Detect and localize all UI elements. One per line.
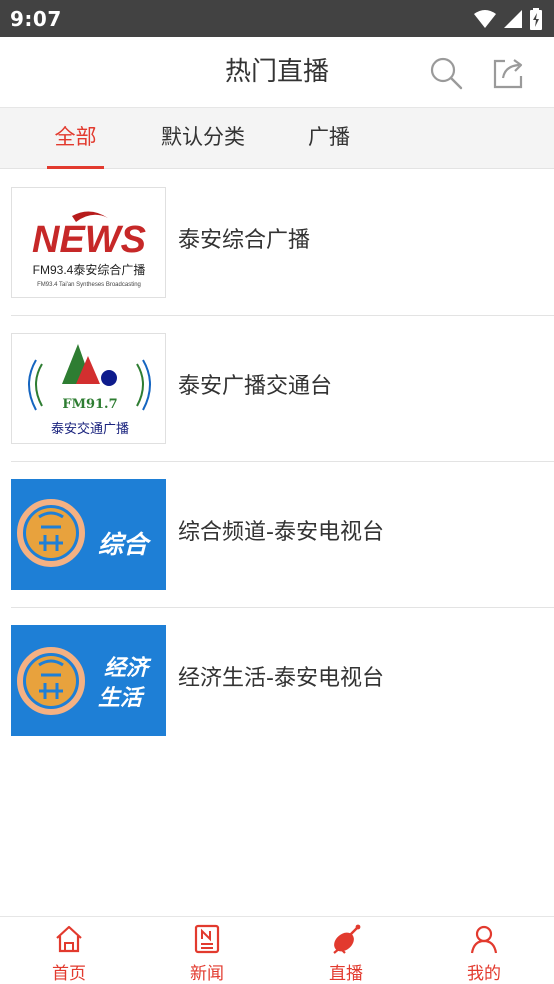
nav-profile[interactable]: 我的 xyxy=(444,917,524,984)
channel-logo: FM91.7 泰安交通广播 xyxy=(11,333,166,444)
list-item[interactable]: FM91.7 泰安交通广播 泰安广播交通台 xyxy=(0,316,554,462)
logo-text: 综合 xyxy=(98,530,152,559)
search-icon xyxy=(430,57,463,90)
nav-label: 我的 xyxy=(467,964,501,984)
logo-freq-text: FM91.7 xyxy=(62,397,117,412)
tab-all[interactable]: 全部 xyxy=(47,108,104,169)
logo-small-text: FM93.4 Tai'an Syntheses Broadcasting xyxy=(37,282,141,288)
share-icon xyxy=(493,59,523,89)
list-item[interactable]: 综合 综合频道-泰安电视台 xyxy=(0,462,554,608)
logo-text-line-2: 生活 xyxy=(98,686,146,711)
nav-news[interactable]: 新闻 xyxy=(167,917,247,984)
channel-logo: 经济 生活 xyxy=(11,625,166,736)
logo-sub-text: 泰安交通广播 xyxy=(51,421,129,437)
status-bar: 9:07 xyxy=(0,0,554,37)
battery-icon xyxy=(530,7,542,30)
app-header: 热门直播 xyxy=(0,37,554,108)
list-item[interactable]: 经济 生活 经济生活-泰安电视台 xyxy=(0,608,554,754)
tab-label: 默认分类 xyxy=(161,125,245,149)
logo-text-line-1: 经济 xyxy=(104,655,152,681)
nav-label: 首页 xyxy=(52,964,86,984)
category-tabs: 全部 默认分类 广播 xyxy=(0,108,554,169)
bottom-nav: 首页 新闻 直播 我的 xyxy=(0,916,554,984)
user-icon xyxy=(470,925,498,954)
status-icons xyxy=(474,7,542,30)
channel-logo: 综合 xyxy=(11,479,166,590)
tab-default-category[interactable]: 默认分类 xyxy=(156,108,250,169)
list-item[interactable]: NEWS FM93.4泰安综合广播 FM93.4 Tai'an Synthese… xyxy=(0,170,554,316)
home-icon xyxy=(56,925,82,953)
tab-active-indicator xyxy=(47,166,104,169)
nav-home[interactable]: 首页 xyxy=(29,917,109,984)
channel-logo: NEWS FM93.4泰安综合广播 FM93.4 Tai'an Synthese… xyxy=(11,187,166,298)
channel-title: 泰安广播交通台 xyxy=(178,374,333,399)
wifi-icon xyxy=(474,9,496,28)
signal-icon xyxy=(504,9,522,28)
tab-label: 广播 xyxy=(308,125,350,149)
nav-label: 直播 xyxy=(329,964,363,984)
nav-label: 新闻 xyxy=(190,964,224,984)
channel-title: 经济生活-泰安电视台 xyxy=(178,666,384,691)
status-time: 9:07 xyxy=(10,6,62,31)
logo-main-text: NEWS xyxy=(32,219,146,261)
page-title: 热门直播 xyxy=(224,57,329,87)
live-icon xyxy=(333,924,361,954)
tab-broadcast[interactable]: 广播 xyxy=(302,108,356,169)
search-button[interactable] xyxy=(427,54,465,92)
news-icon xyxy=(194,924,220,954)
logo-sub-text: FM93.4泰安综合广播 xyxy=(33,262,146,277)
tab-label: 全部 xyxy=(54,125,97,149)
share-button[interactable] xyxy=(489,54,527,92)
nav-live[interactable]: 直播 xyxy=(306,917,386,984)
channel-title: 泰安综合广播 xyxy=(178,228,311,253)
channel-title: 综合频道-泰安电视台 xyxy=(178,520,384,545)
